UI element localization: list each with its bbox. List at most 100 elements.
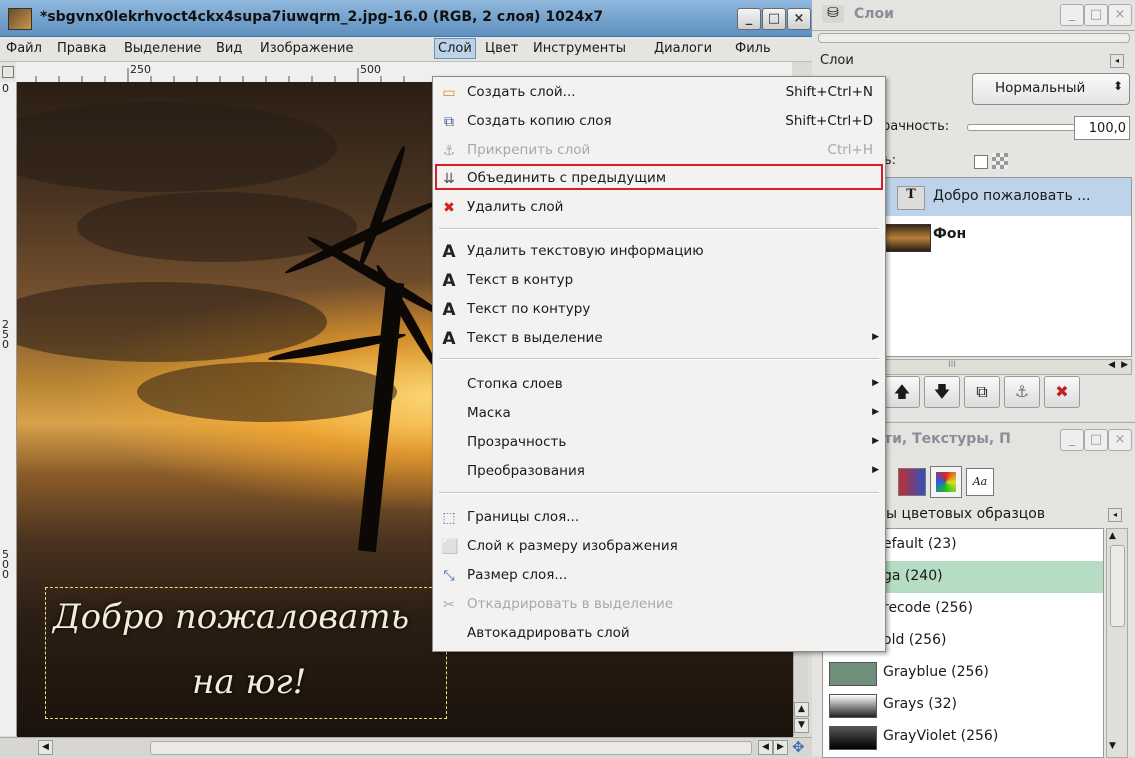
menubar: Файл Правка Выделение Вид Изображение Сл… <box>0 37 812 62</box>
gradients-tab-icon[interactable] <box>898 468 926 496</box>
dock-maximize-button[interactable]: □ <box>1084 429 1108 451</box>
opacity-label: рачность: <box>882 119 950 134</box>
palette-list-scrollbar[interactable]: ▲ ▼ <box>1106 528 1128 758</box>
tab-menu-icon[interactable]: ◂ <box>1108 508 1122 522</box>
menu-color[interactable]: Цвет <box>485 41 518 56</box>
menu-item-text-to-path[interactable]: A Текст в контур <box>433 267 885 295</box>
dock-minimize-button[interactable]: _ <box>1060 429 1084 451</box>
menu-item-label: Создать слой... <box>467 84 576 100</box>
menu-item-shortcut: Shift+Ctrl+D <box>785 113 873 129</box>
layer-name: Добро пожаловать ... <box>933 188 1091 204</box>
palette-row[interactable]: GrayViolet (256) <box>823 721 1103 753</box>
menu-item-label: Границы слоя... <box>467 509 580 525</box>
ruler-label: 0 <box>2 82 9 95</box>
menu-item-new-layer[interactable]: ▭ Создать слой... Shift+Ctrl+N <box>433 79 885 107</box>
menu-view[interactable]: Вид <box>216 41 242 56</box>
scroll-up-button[interactable]: ▲ <box>1109 531 1116 541</box>
scroll-down-button[interactable]: ▼ <box>1109 741 1116 751</box>
menu-item-label: Текст в выделение <box>467 330 603 346</box>
scroll-left-button[interactable]: ◀ <box>758 740 773 755</box>
scroll-right-button[interactable]: ▶ <box>1121 360 1128 370</box>
menu-item-shortcut: Shift+Ctrl+N <box>785 84 873 100</box>
layers-dock-titlebar[interactable]: ⛁ Слои _ □ × <box>812 0 1135 31</box>
menu-item-layer-to-image-size[interactable]: ⬜ Слой к размеру изображения <box>433 533 885 561</box>
ruler-label: 250 <box>130 63 151 76</box>
menu-item-scale-layer[interactable]: ⤡ Размер слоя... <box>433 562 885 590</box>
menu-edit[interactable]: Правка <box>57 41 106 56</box>
dock-grip[interactable] <box>818 33 1130 43</box>
palette-row[interactable]: Grayblue (256) <box>823 657 1103 689</box>
vertical-ruler[interactable]: 0 250 500 <box>0 82 17 736</box>
submenu-arrow-icon: ▶ <box>872 332 879 342</box>
palettes-dock-title: ти, Текстуры, П <box>884 431 1011 447</box>
cloud-shape <box>137 362 397 422</box>
raise-layer-button[interactable]: 🡅 <box>884 376 920 408</box>
duplicate-layer-icon: ⧉ <box>444 114 454 130</box>
dock-close-button[interactable]: × <box>1108 4 1132 26</box>
close-button[interactable]: × <box>787 8 811 30</box>
palettes-tab-icon[interactable] <box>930 466 962 498</box>
menu-item-duplicate-layer[interactable]: ⧉ Создать копию слоя Shift+Ctrl+D <box>433 108 885 136</box>
menu-item-discard-text-info[interactable]: A Удалить текстовую информацию <box>433 238 885 266</box>
opacity-input[interactable]: 100,0 <box>1074 116 1130 140</box>
menu-item-label: Прикрепить слой <box>467 142 591 158</box>
menu-item-text-to-selection[interactable]: A Текст в выделение ▶ <box>433 325 885 353</box>
main-window-titlebar[interactable]: *sbgvnx0lekrhvoct4ckx4supa7iuwqrm_2.jpg-… <box>0 0 812 37</box>
cloud-shape <box>17 282 327 362</box>
menu-image[interactable]: Изображение <box>260 41 353 56</box>
duplicate-layer-button[interactable]: ⧉ <box>964 376 1000 408</box>
canvas-horizontal-scrollbar[interactable]: ◀ ◀ ▶ ✥ <box>0 737 812 757</box>
palette-swatch <box>829 726 877 750</box>
menu-item-autocrop-layer[interactable]: Автокадрировать слой <box>433 620 885 648</box>
menu-item-label: Автокадрировать слой <box>467 625 630 641</box>
menu-item-layer-boundary[interactable]: ⬚ Границы слоя... <box>433 504 885 532</box>
layer-menu-dropdown: ▭ Создать слой... Shift+Ctrl+N ⧉ Создать… <box>432 76 886 652</box>
scroll-up-button[interactable]: ▲ <box>794 702 809 717</box>
menu-dialogs[interactable]: Диалоги <box>654 41 712 56</box>
menu-layer[interactable]: Слой <box>434 38 476 59</box>
menu-item-label: Маска <box>467 405 511 421</box>
lock-alpha-checkbox[interactable] <box>974 155 988 169</box>
submenu-arrow-icon: ▶ <box>872 465 879 475</box>
maximize-button[interactable]: □ <box>762 8 786 30</box>
minimize-button[interactable]: _ <box>737 8 761 30</box>
menu-item-crop-to-selection[interactable]: ✂ Откадрировать в выделение <box>433 591 885 619</box>
palette-icon <box>936 472 956 492</box>
dock-maximize-button[interactable]: □ <box>1084 4 1108 26</box>
ruler-corner-button[interactable] <box>0 62 16 82</box>
lower-layer-button[interactable]: 🡇 <box>924 376 960 408</box>
delete-layer-button[interactable]: ✖ <box>1044 376 1080 408</box>
text-icon: A <box>442 242 456 262</box>
scroll-down-button[interactable]: ▼ <box>794 718 809 733</box>
anchor-layer-button[interactable]: ⚓ <box>1004 376 1040 408</box>
menu-tools[interactable]: Инструменты <box>533 41 626 56</box>
navigate-icon[interactable]: ✥ <box>792 738 805 756</box>
crop-icon: ✂ <box>443 597 455 613</box>
scroll-left-button[interactable]: ◀ <box>1108 360 1115 370</box>
window-title: *sbgvnx0lekrhvoct4ckx4supa7iuwqrm_2.jpg-… <box>40 9 604 25</box>
menu-item-stack[interactable]: Стопка слоев ▶ <box>433 371 885 399</box>
menu-select[interactable]: Выделение <box>124 41 201 56</box>
scale-layer-icon: ⤡ <box>443 568 455 584</box>
opacity-slider[interactable] <box>967 124 1077 131</box>
menu-item-mask[interactable]: Маска ▶ <box>433 400 885 428</box>
tab-menu-icon[interactable]: ◂ <box>1110 54 1124 68</box>
menu-item-transform[interactable]: Преобразования ▶ <box>433 458 885 486</box>
scroll-thumb[interactable] <box>150 741 752 755</box>
menu-separator <box>439 492 879 494</box>
menu-item-anchor-layer[interactable]: ⚓ Прикрепить слой Ctrl+H <box>433 137 885 165</box>
palette-row[interactable]: Grays (32) <box>823 689 1103 721</box>
menu-filters[interactable]: Филь <box>735 41 771 56</box>
scroll-thumb[interactable] <box>1110 545 1125 627</box>
layer-mode-select[interactable]: Нормальный ⬍ <box>972 73 1130 105</box>
menu-item-delete-layer[interactable]: ✖ Удалить слой <box>433 194 885 222</box>
menu-item-transparency[interactable]: Прозрачность ▶ <box>433 429 885 457</box>
menu-item-text-along-path[interactable]: A Текст по контуру <box>433 296 885 324</box>
dock-minimize-button[interactable]: _ <box>1060 4 1084 26</box>
menu-file[interactable]: Файл <box>6 41 42 56</box>
scroll-left-button[interactable]: ◀ <box>38 740 53 755</box>
fonts-tab-icon[interactable]: Aa <box>966 468 994 496</box>
scroll-grip: III <box>948 360 956 370</box>
dock-close-button[interactable]: × <box>1108 429 1132 451</box>
scroll-right-button[interactable]: ▶ <box>773 740 788 755</box>
